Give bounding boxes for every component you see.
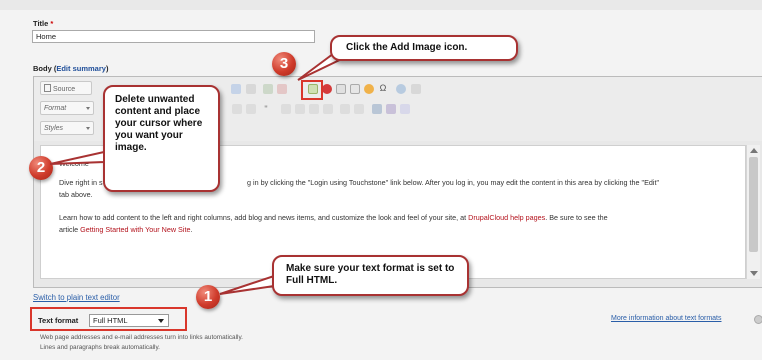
horizontal-rule-icon[interactable] [350,84,360,94]
paragraph-3: article Getting Started with Your New Si… [59,224,192,235]
replace-icon[interactable] [246,84,256,94]
source-label: Source [53,86,76,93]
chevron-down-icon [86,107,90,110]
paragraph-2: Learn how to add content to the left and… [59,212,745,223]
source-button[interactable]: Source [40,81,92,95]
callout-step-3: Click the Add Image icon. [330,35,518,61]
paragraph-2-after: . Be sure to see the [545,213,608,222]
select-all-icon[interactable] [263,84,273,94]
callout-step-2: Delete unwanted content and place your c… [103,85,220,192]
help-icon[interactable] [754,315,762,324]
source-icon [44,84,51,92]
format-tips: Web page addresses and e-mail addresses … [40,333,243,353]
editor-scrollbar[interactable] [746,145,760,279]
required-mark: * [50,19,54,28]
scroll-down-icon[interactable] [750,271,758,276]
tip-item: Web page addresses and e-mail addresses … [40,334,243,341]
table-icon[interactable] [336,84,346,94]
callout-1-pointer [219,274,275,295]
styles-dropdown[interactable]: Styles [40,121,94,135]
unlink-icon[interactable] [411,84,421,94]
indent-icon[interactable] [232,104,242,114]
blockquote-icon[interactable]: " [261,104,271,114]
node-edit-page: Title * Body (Edit summary) Source Ω [0,0,762,360]
scroll-thumb[interactable] [749,157,758,252]
justify-icon[interactable] [323,104,333,114]
tip-item: Lines and paragraphs break automatically… [40,344,160,351]
top-strip [0,0,762,10]
paragraph-1-start: Dive right in s [59,178,103,187]
callout-2-tail [50,150,105,165]
edit-summary-link[interactable]: Edit summary [56,64,106,73]
align-left-icon[interactable] [281,104,291,114]
align-center-icon[interactable] [295,104,305,114]
step-3-badge: 3 [272,52,296,76]
more-info-link[interactable]: More information about text formats [611,315,722,322]
callout-step-1-text: Make sure your text format is set to Ful… [286,263,455,286]
body-label-text: Body [33,64,52,73]
outdent-icon[interactable] [246,104,256,114]
styles-label: Styles [44,125,64,132]
paragraph-3-start: article [59,225,81,234]
paragraph-2-text: Learn how to add content to the left and… [59,213,469,222]
text-format-value: Full HTML [93,316,128,325]
ltr-icon[interactable] [340,104,350,114]
callout-step-1: Make sure your text format is set to Ful… [272,255,469,296]
anchor-icon[interactable] [372,104,382,114]
chevron-down-icon [158,319,164,323]
title-label: Title * [33,19,53,28]
align-right-icon[interactable] [309,104,319,114]
text-format-select[interactable]: Full HTML [89,314,169,327]
paragraph-3-end: . [190,225,193,234]
switch-editor-link[interactable]: Switch to plain text editor [33,293,120,302]
spellcheck-icon[interactable] [386,104,396,114]
flag-icon[interactable] [400,104,410,114]
format-dropdown[interactable]: Format [40,101,94,115]
smiley-icon[interactable] [364,84,374,94]
chevron-down-icon [86,127,90,130]
special-char-icon[interactable]: Ω [378,83,388,93]
paragraph-1-end: g in by clicking the "Login using Touchs… [247,178,660,187]
body-label: Body (Edit summary) [33,64,109,73]
remove-format-icon[interactable] [277,84,287,94]
text-format-label: Text format [38,316,79,325]
drupalcloud-help-link[interactable]: DrupalCloud help pages [468,213,545,222]
getting-started-link[interactable]: Getting Started with Your New Site [80,225,190,234]
title-label-text: Title [33,19,49,28]
callout-step-3-text: Click the Add Image icon. [346,42,468,53]
find-icon[interactable] [231,84,241,94]
step-1-badge: 1 [196,285,220,309]
format-label: Format [44,105,67,112]
flash-icon[interactable] [322,84,332,94]
callout-step-2-text: Delete unwanted content and place your c… [115,94,203,153]
link-icon[interactable] [396,84,406,94]
rtl-icon[interactable] [354,104,364,114]
scroll-up-icon[interactable] [750,148,758,153]
paragraph-1-line2: tab above. [59,190,93,199]
title-input[interactable] [32,30,315,43]
